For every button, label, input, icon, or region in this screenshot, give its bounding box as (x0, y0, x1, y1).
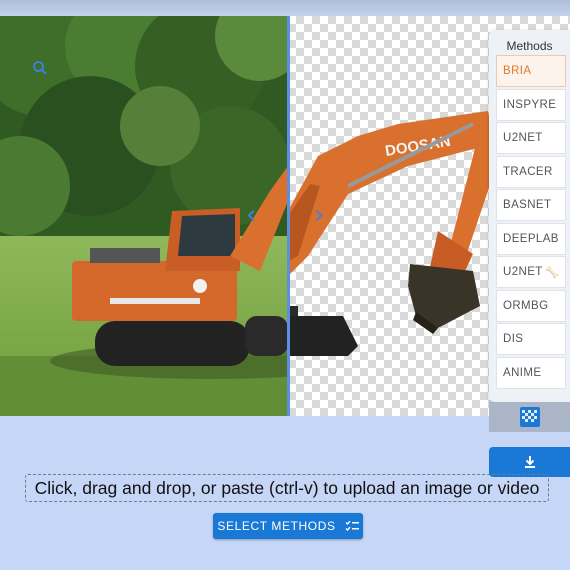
method-label: ORMBG (503, 299, 549, 312)
method-item-u2net-human[interactable]: U2NET 🦴 (496, 256, 566, 288)
method-label: BASNET (503, 199, 552, 211)
search-icon[interactable] (32, 60, 48, 76)
method-item-inspyre[interactable]: INSPYRE (496, 88, 566, 121)
select-methods-label: SELECT METHODS (217, 519, 336, 533)
method-label: U2NET (503, 266, 543, 278)
person-icon: 🦴 (545, 266, 560, 279)
method-label: BRIA (503, 65, 532, 77)
method-item-deeplab[interactable]: DEEPLAB (496, 222, 566, 255)
upload-dropzone[interactable]: Click, drag and drop, or paste (ctrl-v) … (25, 474, 549, 502)
top-bar (0, 0, 570, 16)
checklist-icon (345, 520, 359, 532)
methods-title: Methods (506, 39, 553, 53)
method-item-tracer[interactable]: TRACER (496, 155, 566, 188)
method-label: ANIME (503, 366, 542, 379)
method-label: TRACER (503, 165, 553, 178)
method-label: DIS (503, 333, 524, 345)
method-item-dis[interactable]: DIS (496, 323, 566, 355)
image-comparison-viewer[interactable]: DOOSAN ‹ › (0, 16, 570, 416)
method-item-anime[interactable]: ANIME (496, 356, 566, 389)
upload-prompt: Click, drag and drop, or paste (ctrl-v) … (34, 477, 540, 498)
method-item-bria[interactable]: BRIA (496, 55, 566, 87)
chevron-left-icon[interactable]: ‹ (246, 202, 256, 228)
method-label: INSPYRE (503, 98, 557, 111)
download-button[interactable] (489, 447, 570, 477)
method-list: BRIA INSPYRE U2NET TRACER BASNET DEEPLAB… (496, 55, 566, 390)
method-label: DEEPLAB (503, 232, 559, 245)
method-label: U2NET (503, 132, 543, 144)
transparency-toggle-button[interactable] (489, 402, 570, 432)
method-item-ormbg[interactable]: ORMBG (496, 289, 566, 322)
comparison-slider-handle[interactable] (287, 16, 290, 416)
chevron-right-icon[interactable]: › (314, 202, 324, 228)
original-image (0, 16, 288, 416)
methods-panel: Methods BRIA INSPYRE U2NET TRACER BASNET… (489, 30, 570, 402)
checkerboard-icon (519, 407, 540, 427)
method-item-u2net[interactable]: U2NET (496, 122, 566, 154)
download-icon (524, 456, 535, 468)
select-methods-button[interactable]: SELECT METHODS (213, 513, 363, 539)
method-item-basnet[interactable]: BASNET (496, 189, 566, 221)
